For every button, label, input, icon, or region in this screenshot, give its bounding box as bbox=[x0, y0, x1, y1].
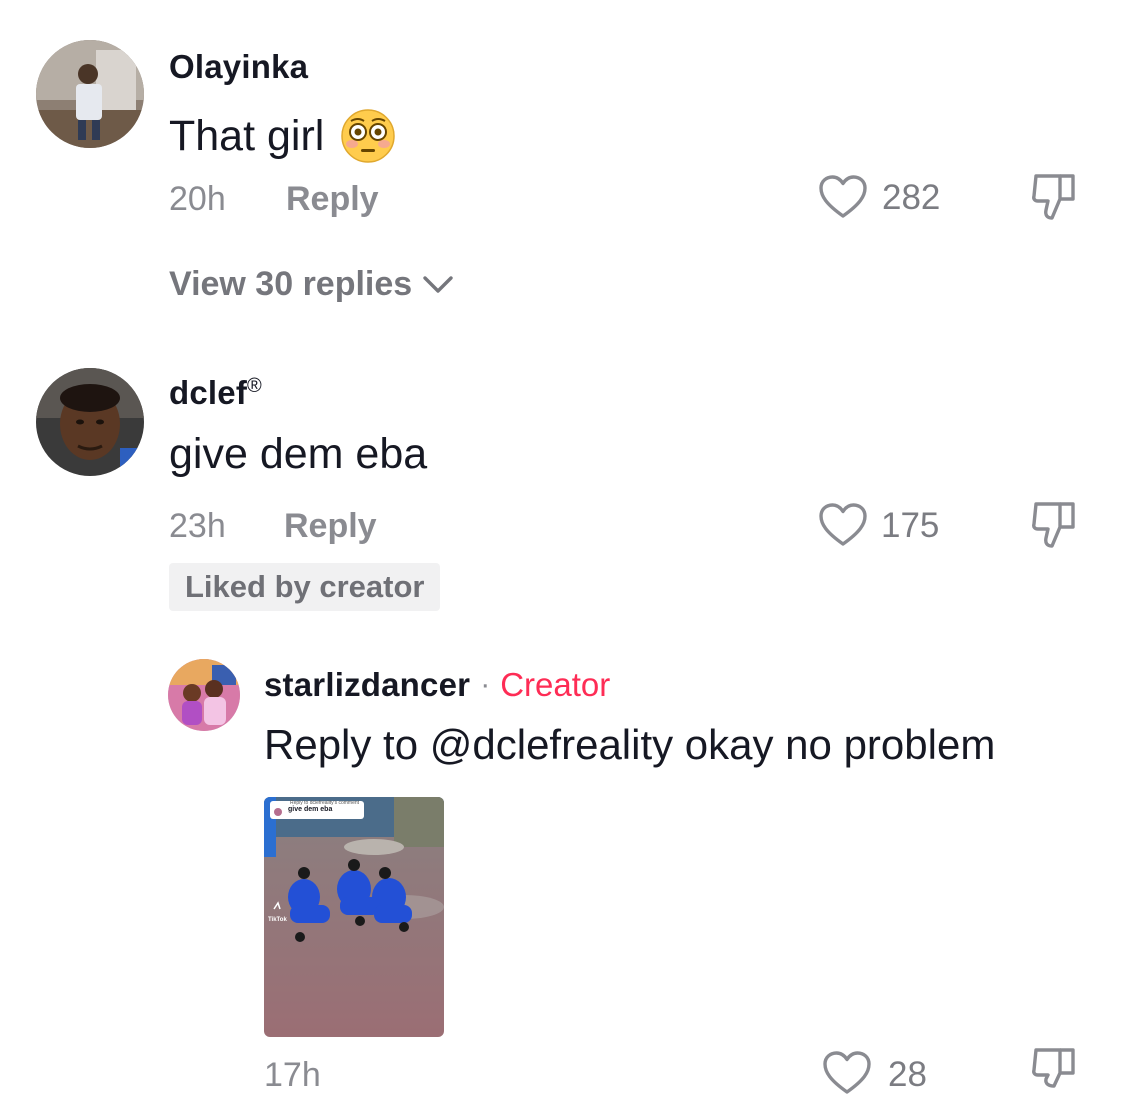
comment-text: give dem eba bbox=[169, 430, 428, 478]
comment-username-text: dclef bbox=[169, 374, 248, 411]
comment-username[interactable]: Olayinka bbox=[169, 48, 308, 86]
heart-icon[interactable] bbox=[822, 1050, 872, 1096]
video-reply-thumbnail[interactable]: Reply to dclefreality's comment give dem… bbox=[264, 797, 444, 1037]
separator-dot: · bbox=[480, 668, 491, 701]
comment-username[interactable]: dclef® bbox=[169, 374, 262, 412]
reply-button[interactable]: Reply bbox=[286, 180, 379, 219]
reply-username[interactable]: starlizdancer bbox=[264, 666, 470, 704]
dislike-icon[interactable] bbox=[1030, 172, 1078, 222]
like-count: 175 bbox=[881, 506, 940, 545]
reply-header: starlizdancer · Creator bbox=[264, 666, 610, 704]
registered-mark: ® bbox=[247, 375, 262, 397]
view-replies-button[interactable]: View 30 replies bbox=[169, 265, 454, 304]
chevron-down-icon bbox=[422, 265, 454, 304]
like-count: 28 bbox=[888, 1055, 927, 1094]
avatar-image bbox=[168, 659, 240, 731]
avatar-olayinka[interactable] bbox=[36, 40, 144, 148]
creator-tag: Creator bbox=[500, 666, 611, 703]
comment-text: That girl bbox=[169, 108, 396, 164]
thumbnail-caption: give dem eba bbox=[288, 806, 333, 813]
reply-text: Reply to @dclefreality okay no problem bbox=[264, 721, 996, 768]
like-count: 282 bbox=[882, 178, 941, 217]
reply-button[interactable]: Reply bbox=[284, 507, 377, 546]
view-replies-label: View 30 replies bbox=[169, 265, 413, 303]
flushed-face-emoji bbox=[340, 108, 396, 164]
tiktok-watermark: TikTok bbox=[268, 917, 287, 923]
liked-by-creator-badge: Liked by creator bbox=[169, 563, 441, 611]
avatar-starlizdancer[interactable] bbox=[168, 659, 240, 731]
heart-icon[interactable] bbox=[818, 502, 868, 548]
reply-time: 17h bbox=[264, 1056, 321, 1094]
comment-text-content: That girl bbox=[169, 111, 325, 160]
comment-time: 20h bbox=[169, 180, 226, 218]
video-thumbnail-image bbox=[264, 797, 444, 1037]
heart-icon[interactable] bbox=[818, 174, 868, 220]
avatar-image bbox=[36, 40, 144, 148]
comment-time: 23h bbox=[169, 507, 226, 545]
dislike-icon[interactable] bbox=[1030, 1046, 1078, 1090]
avatar-dclef[interactable] bbox=[36, 368, 144, 476]
avatar-image bbox=[36, 368, 144, 476]
dislike-icon[interactable] bbox=[1030, 500, 1078, 550]
